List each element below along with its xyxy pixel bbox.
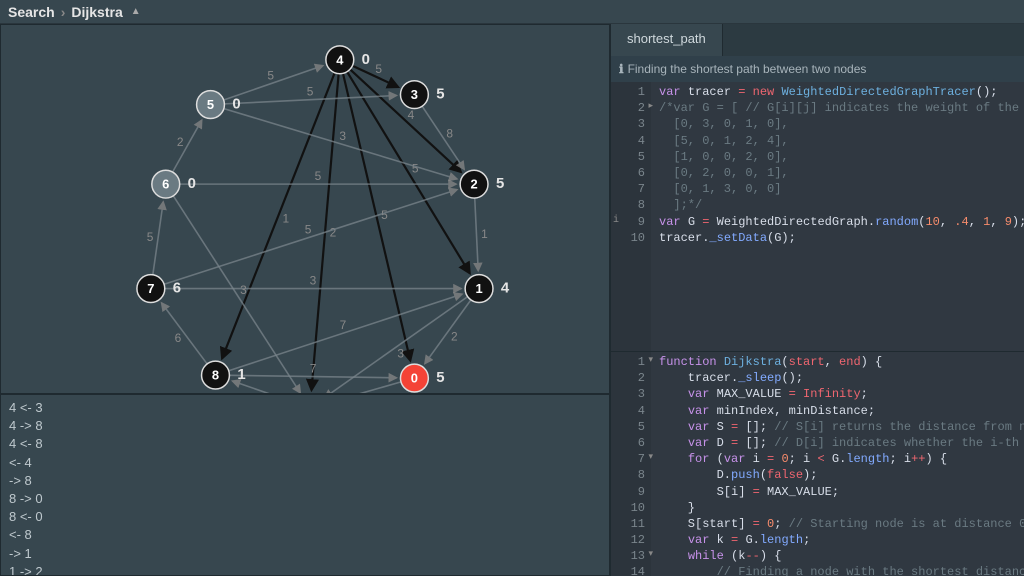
- svg-text:0: 0: [362, 52, 370, 68]
- svg-text:3: 3: [397, 347, 404, 361]
- log-line: 8 <- 0: [9, 508, 601, 526]
- svg-text:7: 7: [310, 362, 317, 376]
- info-icon: [619, 62, 624, 76]
- description-text: Finding the shortest path between two no…: [628, 62, 867, 76]
- log-line: 4 <- 8: [9, 435, 601, 453]
- svg-text:3: 3: [240, 283, 247, 297]
- svg-text:5: 5: [267, 68, 274, 82]
- file-description: Finding the shortest path between two no…: [611, 56, 1024, 82]
- breadcrumb[interactable]: Search › Dijkstra ▲: [0, 0, 1024, 24]
- svg-text:7: 7: [147, 281, 154, 296]
- chevron-down-icon[interactable]: ▲: [131, 6, 141, 17]
- breadcrumb-parent[interactable]: Search: [8, 4, 55, 20]
- svg-text:3: 3: [411, 87, 418, 102]
- svg-text:1: 1: [237, 367, 245, 383]
- svg-text:5: 5: [305, 222, 312, 236]
- log-panel[interactable]: 4 <- 34 -> 84 <- 8<- 4-> 88 -> 08 <- 0<-…: [0, 394, 610, 576]
- log-line: <- 4: [9, 454, 601, 472]
- svg-text:8: 8: [212, 368, 219, 383]
- svg-text:5: 5: [496, 176, 504, 192]
- svg-text:2: 2: [470, 177, 477, 192]
- graph-visualization[interactable]: 5451258125463525553773350514253540506076…: [0, 24, 610, 394]
- svg-text:0: 0: [411, 371, 418, 386]
- svg-text:4: 4: [336, 52, 344, 67]
- code-tabbar: shortest_path: [611, 24, 1024, 56]
- tab-shortest-path[interactable]: shortest_path: [611, 24, 723, 56]
- svg-text:5: 5: [315, 169, 322, 183]
- log-line: -> 8: [9, 472, 601, 490]
- log-line: -> 1: [9, 545, 601, 563]
- svg-text:6: 6: [175, 331, 182, 345]
- code-editor-algorithm[interactable]: 1▾234567▾8910111213▾1415 function Dijkst…: [611, 352, 1024, 576]
- log-line: <- 8: [9, 526, 601, 544]
- svg-text:1: 1: [475, 281, 482, 296]
- svg-text:8: 8: [446, 126, 453, 140]
- svg-text:7: 7: [340, 318, 347, 332]
- svg-text:5: 5: [207, 97, 214, 112]
- svg-text:5: 5: [147, 230, 154, 244]
- svg-text:2: 2: [330, 226, 337, 240]
- log-line: 4 <- 3: [9, 399, 601, 417]
- svg-text:2: 2: [451, 329, 458, 343]
- log-line: 1 -> 2: [9, 563, 601, 576]
- svg-text:2: 2: [177, 135, 184, 149]
- svg-text:5: 5: [307, 85, 314, 99]
- svg-text:6: 6: [162, 177, 169, 192]
- svg-text:5: 5: [375, 62, 382, 76]
- svg-text:4: 4: [501, 281, 510, 297]
- svg-text:5: 5: [436, 87, 444, 103]
- svg-text:1: 1: [282, 212, 289, 226]
- svg-text:3: 3: [310, 274, 317, 288]
- svg-text:0: 0: [188, 176, 196, 192]
- log-line: 8 -> 0: [9, 490, 601, 508]
- svg-text:1: 1: [481, 227, 488, 241]
- svg-text:5: 5: [381, 208, 388, 222]
- svg-text:3: 3: [339, 129, 346, 143]
- svg-text:5: 5: [412, 161, 419, 175]
- log-line: 4 -> 8: [9, 417, 601, 435]
- svg-text:5: 5: [436, 370, 444, 386]
- code-editor-data[interactable]: 12▸3456789i10 var tracer = new WeightedD…: [611, 82, 1024, 352]
- svg-text:6: 6: [173, 281, 181, 297]
- svg-text:4: 4: [408, 108, 415, 122]
- svg-text:0: 0: [232, 97, 240, 113]
- breadcrumb-separator: ›: [61, 4, 66, 20]
- breadcrumb-current[interactable]: Dijkstra: [71, 4, 122, 20]
